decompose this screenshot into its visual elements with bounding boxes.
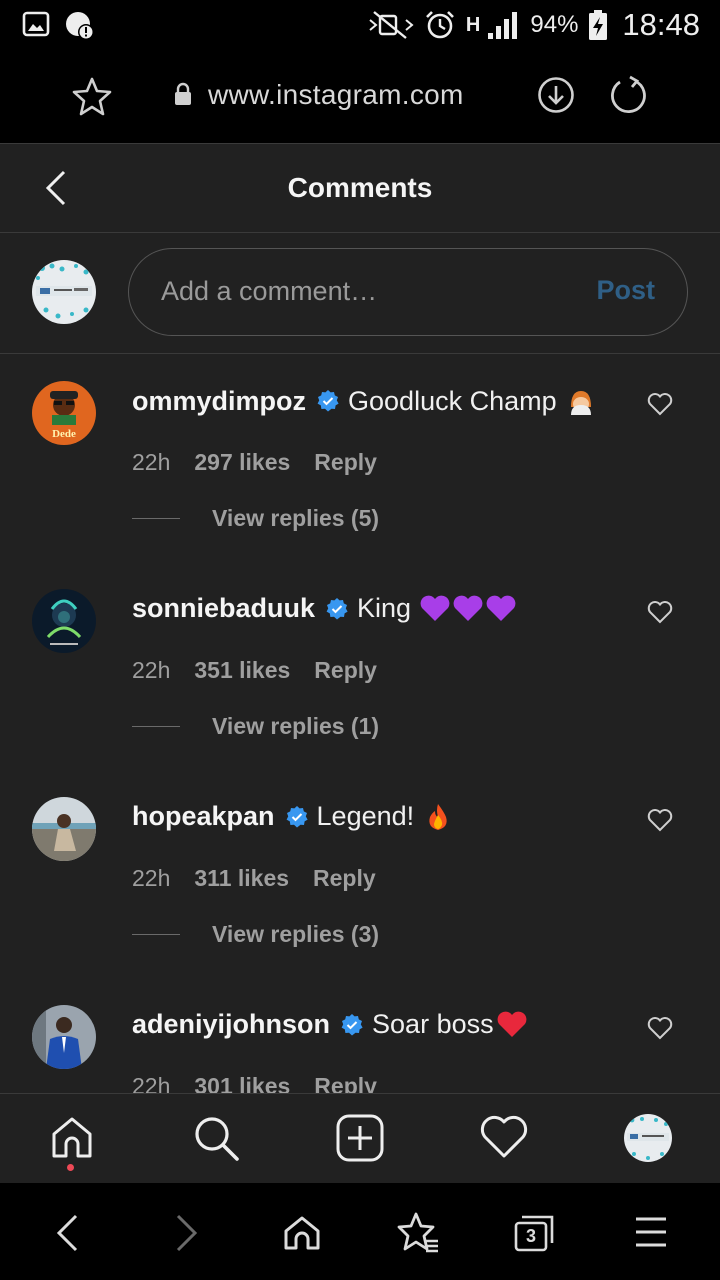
gallery-notification-icon <box>22 11 50 37</box>
browser-back-icon[interactable] <box>52 1213 82 1253</box>
status-bar: H 94% 18:48 <box>0 0 720 50</box>
view-replies-button[interactable]: View replies (5) <box>212 505 379 532</box>
mute-icon <box>369 11 414 39</box>
comment-line: adeniyijohnson Soar boss <box>132 1009 528 1040</box>
lock-icon <box>175 82 191 105</box>
comment-text: Soar boss <box>372 1009 494 1039</box>
bookmarks-star-icon[interactable] <box>396 1211 440 1253</box>
username[interactable]: ommydimpoz <box>132 386 306 417</box>
username[interactable]: sonniebaduuk <box>132 593 315 624</box>
comment-text: King <box>357 593 412 623</box>
profile-avatar[interactable] <box>624 1114 672 1162</box>
battery-percent: 94% <box>530 11 579 38</box>
tabs-button[interactable]: 3 <box>514 1213 556 1253</box>
red-heart-emoji-icon <box>496 1011 528 1039</box>
url-text[interactable]: www.instagram.com <box>208 79 464 111</box>
reload-icon[interactable] <box>608 75 648 115</box>
view-replies-button[interactable]: View replies (3) <box>212 921 379 948</box>
replies-divider <box>132 933 180 936</box>
like-heart-icon[interactable] <box>647 392 673 416</box>
comments-header: Comments <box>0 143 720 233</box>
battery-charging-icon <box>589 10 608 40</box>
avatar[interactable] <box>32 1005 96 1069</box>
comment-item: sonniebaduuk King 22h 351 likes Reply Vi… <box>0 563 720 771</box>
bookmark-star-icon[interactable] <box>72 76 112 116</box>
view-replies-row[interactable]: View replies (3) <box>132 921 379 948</box>
likes-count[interactable]: 311 likes <box>194 865 289 892</box>
verified-badge-icon <box>341 1013 363 1035</box>
clock: 18:48 <box>622 7 700 42</box>
tabs-count: 3 <box>525 1226 536 1246</box>
comment-time: 22h <box>132 657 171 683</box>
reply-button[interactable]: Reply <box>313 865 376 892</box>
view-replies-button[interactable]: View replies (1) <box>212 713 379 740</box>
replies-divider <box>132 517 180 520</box>
replies-divider <box>132 725 180 728</box>
view-replies-row[interactable]: View replies (5) <box>132 505 379 532</box>
comment-item: Dede ommydimpoz Goodluck Champ 22h 297 l… <box>0 355 720 563</box>
comment-line: hopeakpan Legend! <box>132 801 450 832</box>
page-title: Comments <box>287 172 433 203</box>
likes-count[interactable]: 297 likes <box>194 449 290 476</box>
comment-text: Goodluck Champ <box>348 385 557 416</box>
comments-list: Dede ommydimpoz Goodluck Champ 22h 297 l… <box>0 355 720 1183</box>
instagram-app: Comments Post <box>0 143 720 1183</box>
reply-button[interactable]: Reply <box>314 449 377 476</box>
new-post-icon[interactable] <box>336 1114 384 1162</box>
comment-time: 22h <box>132 865 171 891</box>
verified-badge-icon <box>286 805 308 827</box>
home-icon[interactable] <box>48 1114 96 1162</box>
browser-home-icon[interactable] <box>282 1214 322 1252</box>
current-user-avatar <box>32 260 96 324</box>
alarm-icon <box>426 11 454 39</box>
network-type: H <box>465 13 481 36</box>
post-button[interactable]: Post <box>596 275 655 306</box>
username[interactable]: adeniyijohnson <box>132 1009 330 1040</box>
username[interactable]: hopeakpan <box>132 801 275 832</box>
like-heart-icon[interactable] <box>647 1016 673 1040</box>
avatar[interactable] <box>32 797 96 861</box>
alert-notification-icon <box>66 12 94 40</box>
facepalm-emoji-icon <box>565 385 597 417</box>
signal-icon <box>488 12 518 39</box>
instagram-tab-bar <box>0 1093 720 1183</box>
comment-text: Legend! <box>316 801 415 831</box>
comment-meta: 22h 297 likes Reply <box>132 449 377 476</box>
likes-count[interactable]: 351 likes <box>194 657 290 684</box>
browser-nav-bar: 3 <box>0 1183 720 1280</box>
menu-icon[interactable] <box>634 1215 668 1249</box>
browser-toolbar: www.instagram.com <box>0 50 720 143</box>
comment-box: Post <box>128 248 688 336</box>
comment-item: hopeakpan Legend! 22h 311 likes Reply Vi… <box>0 771 720 979</box>
comment-meta: 22h 351 likes Reply <box>132 657 377 684</box>
activity-heart-icon[interactable] <box>479 1114 529 1160</box>
avatar[interactable] <box>32 589 96 653</box>
notification-dot <box>67 1164 74 1171</box>
download-icon[interactable] <box>537 76 575 114</box>
view-replies-row[interactable]: View replies (1) <box>132 713 379 740</box>
comment-meta: 22h 311 likes Reply <box>132 865 376 892</box>
avatar-text: Dede <box>52 428 76 440</box>
comment-time: 22h <box>132 449 171 475</box>
comment-composer: Post <box>0 234 720 354</box>
purple-hearts-emoji-icon <box>419 594 519 624</box>
avatar[interactable]: Dede <box>32 381 96 445</box>
browser-forward-icon[interactable] <box>172 1213 202 1253</box>
comment-line: ommydimpoz Goodluck Champ <box>132 385 597 417</box>
like-heart-icon[interactable] <box>647 808 673 832</box>
verified-badge-icon <box>317 390 339 412</box>
like-heart-icon[interactable] <box>647 600 673 624</box>
comment-input[interactable] <box>161 273 561 309</box>
verified-badge-icon <box>326 597 348 619</box>
fire-emoji-icon <box>426 803 450 831</box>
reply-button[interactable]: Reply <box>314 657 377 684</box>
search-icon[interactable] <box>192 1114 240 1162</box>
comment-line: sonniebaduuk King <box>132 593 519 624</box>
